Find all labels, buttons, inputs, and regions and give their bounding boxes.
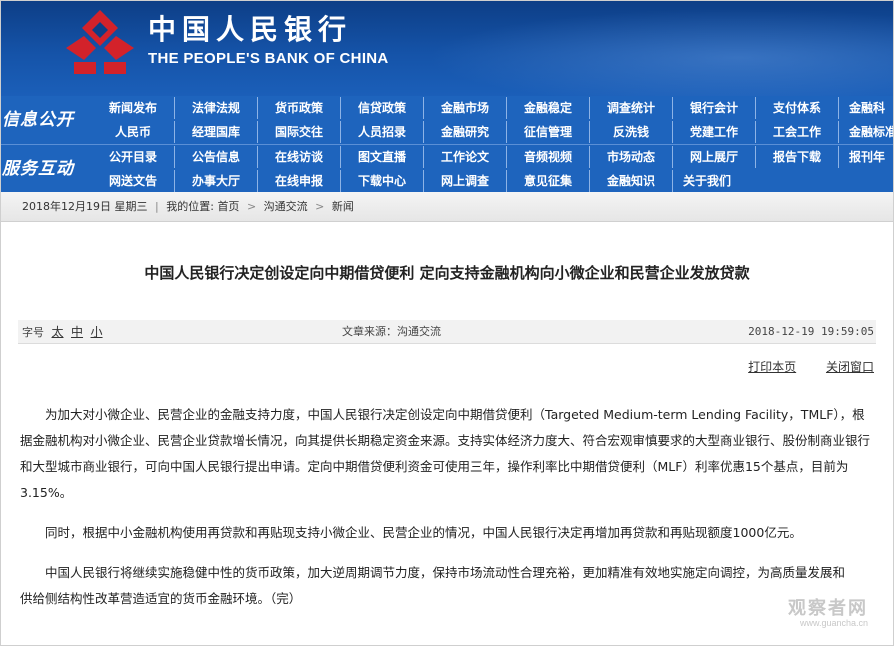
pboc-emblem-icon[interactable] (62, 8, 138, 76)
nav-section-info-disclosure: 信息公开 新闻发布 法律法规 货币政策 信贷政策 金融市场 金融稳定 调查统计 … (0, 96, 894, 144)
breadcrumb-separator: | (155, 200, 159, 213)
nav-item[interactable]: 网送文告 (92, 170, 175, 192)
nav-item[interactable]: 征信管理 (507, 121, 590, 143)
nav-item[interactable]: 下载中心 (341, 170, 424, 192)
nav-item[interactable]: 工作论文 (424, 146, 507, 168)
nav-item[interactable]: 图文直播 (341, 146, 424, 168)
nav-item[interactable]: 金融科 (839, 97, 894, 119)
breadcrumb-separator: > (246, 200, 257, 213)
nav-item[interactable]: 在线申报 (258, 170, 341, 192)
nav-item[interactable]: 新闻发布 (92, 97, 175, 119)
nav-section-label: 信息公开 (2, 110, 74, 130)
nav-item[interactable]: 银行会计 (673, 97, 756, 119)
page-title: 中国人民银行决定创设定向中期借贷便利 定向支持金融机构向小微企业和民营企业发放贷… (144, 264, 750, 282)
font-size-medium-link[interactable]: 中 (71, 325, 83, 339)
font-size-label: 字号 (22, 326, 44, 339)
print-page-link[interactable]: 打印本页 (748, 360, 796, 374)
nav-item[interactable]: 金融知识 (590, 170, 673, 192)
nav-item[interactable]: 信贷政策 (341, 97, 424, 119)
nav-item[interactable]: 人民币 (92, 121, 175, 143)
nav-item[interactable]: 金融稳定 (507, 97, 590, 119)
nav-section-service-interaction: 服务互动 公开目录 公告信息 在线访谈 图文直播 工作论文 音频视频 市场动态 … (0, 144, 894, 192)
watermark: 观察者网 www.guancha.cn (788, 594, 868, 628)
nav-item[interactable]: 公告信息 (175, 146, 258, 168)
nav-item[interactable]: 人员招录 (341, 121, 424, 143)
nav-item[interactable]: 反洗钱 (590, 121, 673, 143)
nav-item[interactable]: 货币政策 (258, 97, 341, 119)
article-meta-bar: 字号 太 中 小 文章来源：沟通交流 2018-12-19 19:59:05 (18, 320, 876, 344)
article-body: 为加大对小微企业、民营企业的金融支持力度，中国人民银行决定创设定向中期借贷便利（… (20, 402, 872, 626)
font-size-large-link[interactable]: 太 (52, 325, 64, 339)
watermark-cn: 观察者网 (788, 598, 868, 619)
breadcrumb-separator: > (315, 200, 325, 213)
header-decoration (374, 0, 894, 96)
article-source: 文章来源：沟通交流 (342, 325, 441, 338)
breadcrumb-home-link[interactable]: 首页 (217, 192, 239, 222)
nav-item[interactable]: 报告下载 (756, 146, 839, 168)
article-paragraph: 为加大对小微企业、民营企业的金融支持力度，中国人民银行决定创设定向中期借贷便利（… (20, 407, 871, 500)
nav-item[interactable]: 经理国库 (175, 121, 258, 143)
article-paragraph: 同时，根据中小金融机构使用再贷款和再贴现支持小微企业、民营企业的情况，中国人民银… (45, 525, 802, 540)
nav-grid: 新闻发布 法律法规 货币政策 信贷政策 金融市场 金融稳定 调查统计 银行会计 … (92, 96, 894, 144)
nav-item[interactable]: 在线访谈 (258, 146, 341, 168)
logo-english-name: THE PEOPLE'S BANK OF CHINA (148, 50, 389, 67)
nav-item[interactable]: 网上展厅 (673, 146, 756, 168)
nav-item[interactable]: 意见征集 (507, 170, 590, 192)
nav-item[interactable]: 金融研究 (424, 121, 507, 143)
nav-item[interactable]: 报刊年 (839, 146, 894, 168)
nav-item[interactable]: 法律法规 (175, 97, 258, 119)
nav-row: 公开目录 公告信息 在线访谈 图文直播 工作论文 音频视频 市场动态 网上展厅 … (92, 145, 894, 169)
nav-item[interactable]: 公开目录 (92, 146, 175, 168)
nav-item[interactable]: 市场动态 (590, 146, 673, 168)
font-size-small-link[interactable]: 小 (91, 325, 103, 339)
site-header: 中国人民银行 THE PEOPLE'S BANK OF CHINA (0, 0, 894, 96)
watermark-url: www.guancha.cn (799, 618, 868, 628)
nav-row: 人民币 经理国库 国际交往 人员招录 金融研究 征信管理 反洗钱 党建工作 工会… (92, 120, 894, 144)
publish-datetime: 2018-12-19 19:59:05 (748, 325, 874, 338)
nav-item[interactable]: 音频视频 (507, 146, 590, 168)
breadcrumb: 2018年12月19日 星期三 | 我的位置: 首页 > 沟通交流 > 新闻 (0, 192, 894, 222)
nav-item[interactable]: 办事大厅 (175, 170, 258, 192)
nav-row: 网送文告 办事大厅 在线申报 下载中心 网上调查 意见征集 金融知识 关于我们 (92, 169, 894, 193)
nav-item[interactable]: 工会工作 (756, 121, 839, 143)
nav-item[interactable]: 关于我们 (673, 170, 756, 192)
breadcrumb-news-link[interactable]: 新闻 (332, 192, 354, 222)
nav-item[interactable]: 支付体系 (756, 97, 839, 119)
article-actions: 打印本页 关闭窗口 (748, 358, 874, 375)
main-navigation: 信息公开 新闻发布 法律法规 货币政策 信贷政策 金融市场 金融稳定 调查统计 … (0, 96, 894, 192)
breadcrumb-communication-link[interactable]: 沟通交流 (264, 192, 308, 222)
article-paragraph: 中国人民银行将继续实施稳健中性的货币政策，加大逆周期调节力度，保持市场流动性合理… (20, 565, 846, 606)
nav-item[interactable]: 网上调查 (424, 170, 507, 192)
location-label: 我的位置: (166, 200, 214, 213)
nav-row: 新闻发布 法律法规 货币政策 信贷政策 金融市场 金融稳定 调查统计 银行会计 … (92, 96, 894, 120)
font-size-control: 字号 太 中 小 (22, 320, 103, 345)
nav-item[interactable]: 金融市场 (424, 97, 507, 119)
nav-item[interactable]: 调查统计 (590, 97, 673, 119)
current-date: 2018年12月19日 星期三 (22, 200, 148, 213)
close-window-link[interactable]: 关闭窗口 (826, 360, 874, 374)
nav-item[interactable]: 金融标准 (839, 121, 894, 143)
logo-chinese-name: 中国人民银行 (148, 13, 353, 46)
nav-item[interactable]: 党建工作 (673, 121, 756, 143)
nav-section-label: 服务互动 (2, 159, 74, 179)
nav-grid: 公开目录 公告信息 在线访谈 图文直播 工作论文 音频视频 市场动态 网上展厅 … (92, 145, 894, 193)
nav-item[interactable]: 国际交往 (258, 121, 341, 143)
